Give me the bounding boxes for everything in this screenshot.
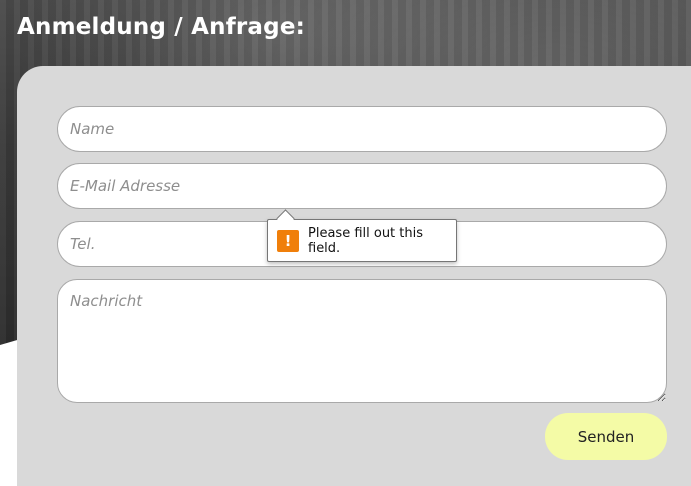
validation-message: Please fill out this field. [308,225,424,256]
section-title: Anmeldung / Anfrage: [17,14,306,40]
name-input[interactable] [57,106,667,152]
email-input[interactable] [57,163,667,209]
warning-icon: ! [277,229,299,252]
validation-tooltip: ! Please fill out this field. [267,209,457,262]
message-textarea[interactable] [57,279,667,403]
submit-button[interactable]: Senden [545,413,667,460]
